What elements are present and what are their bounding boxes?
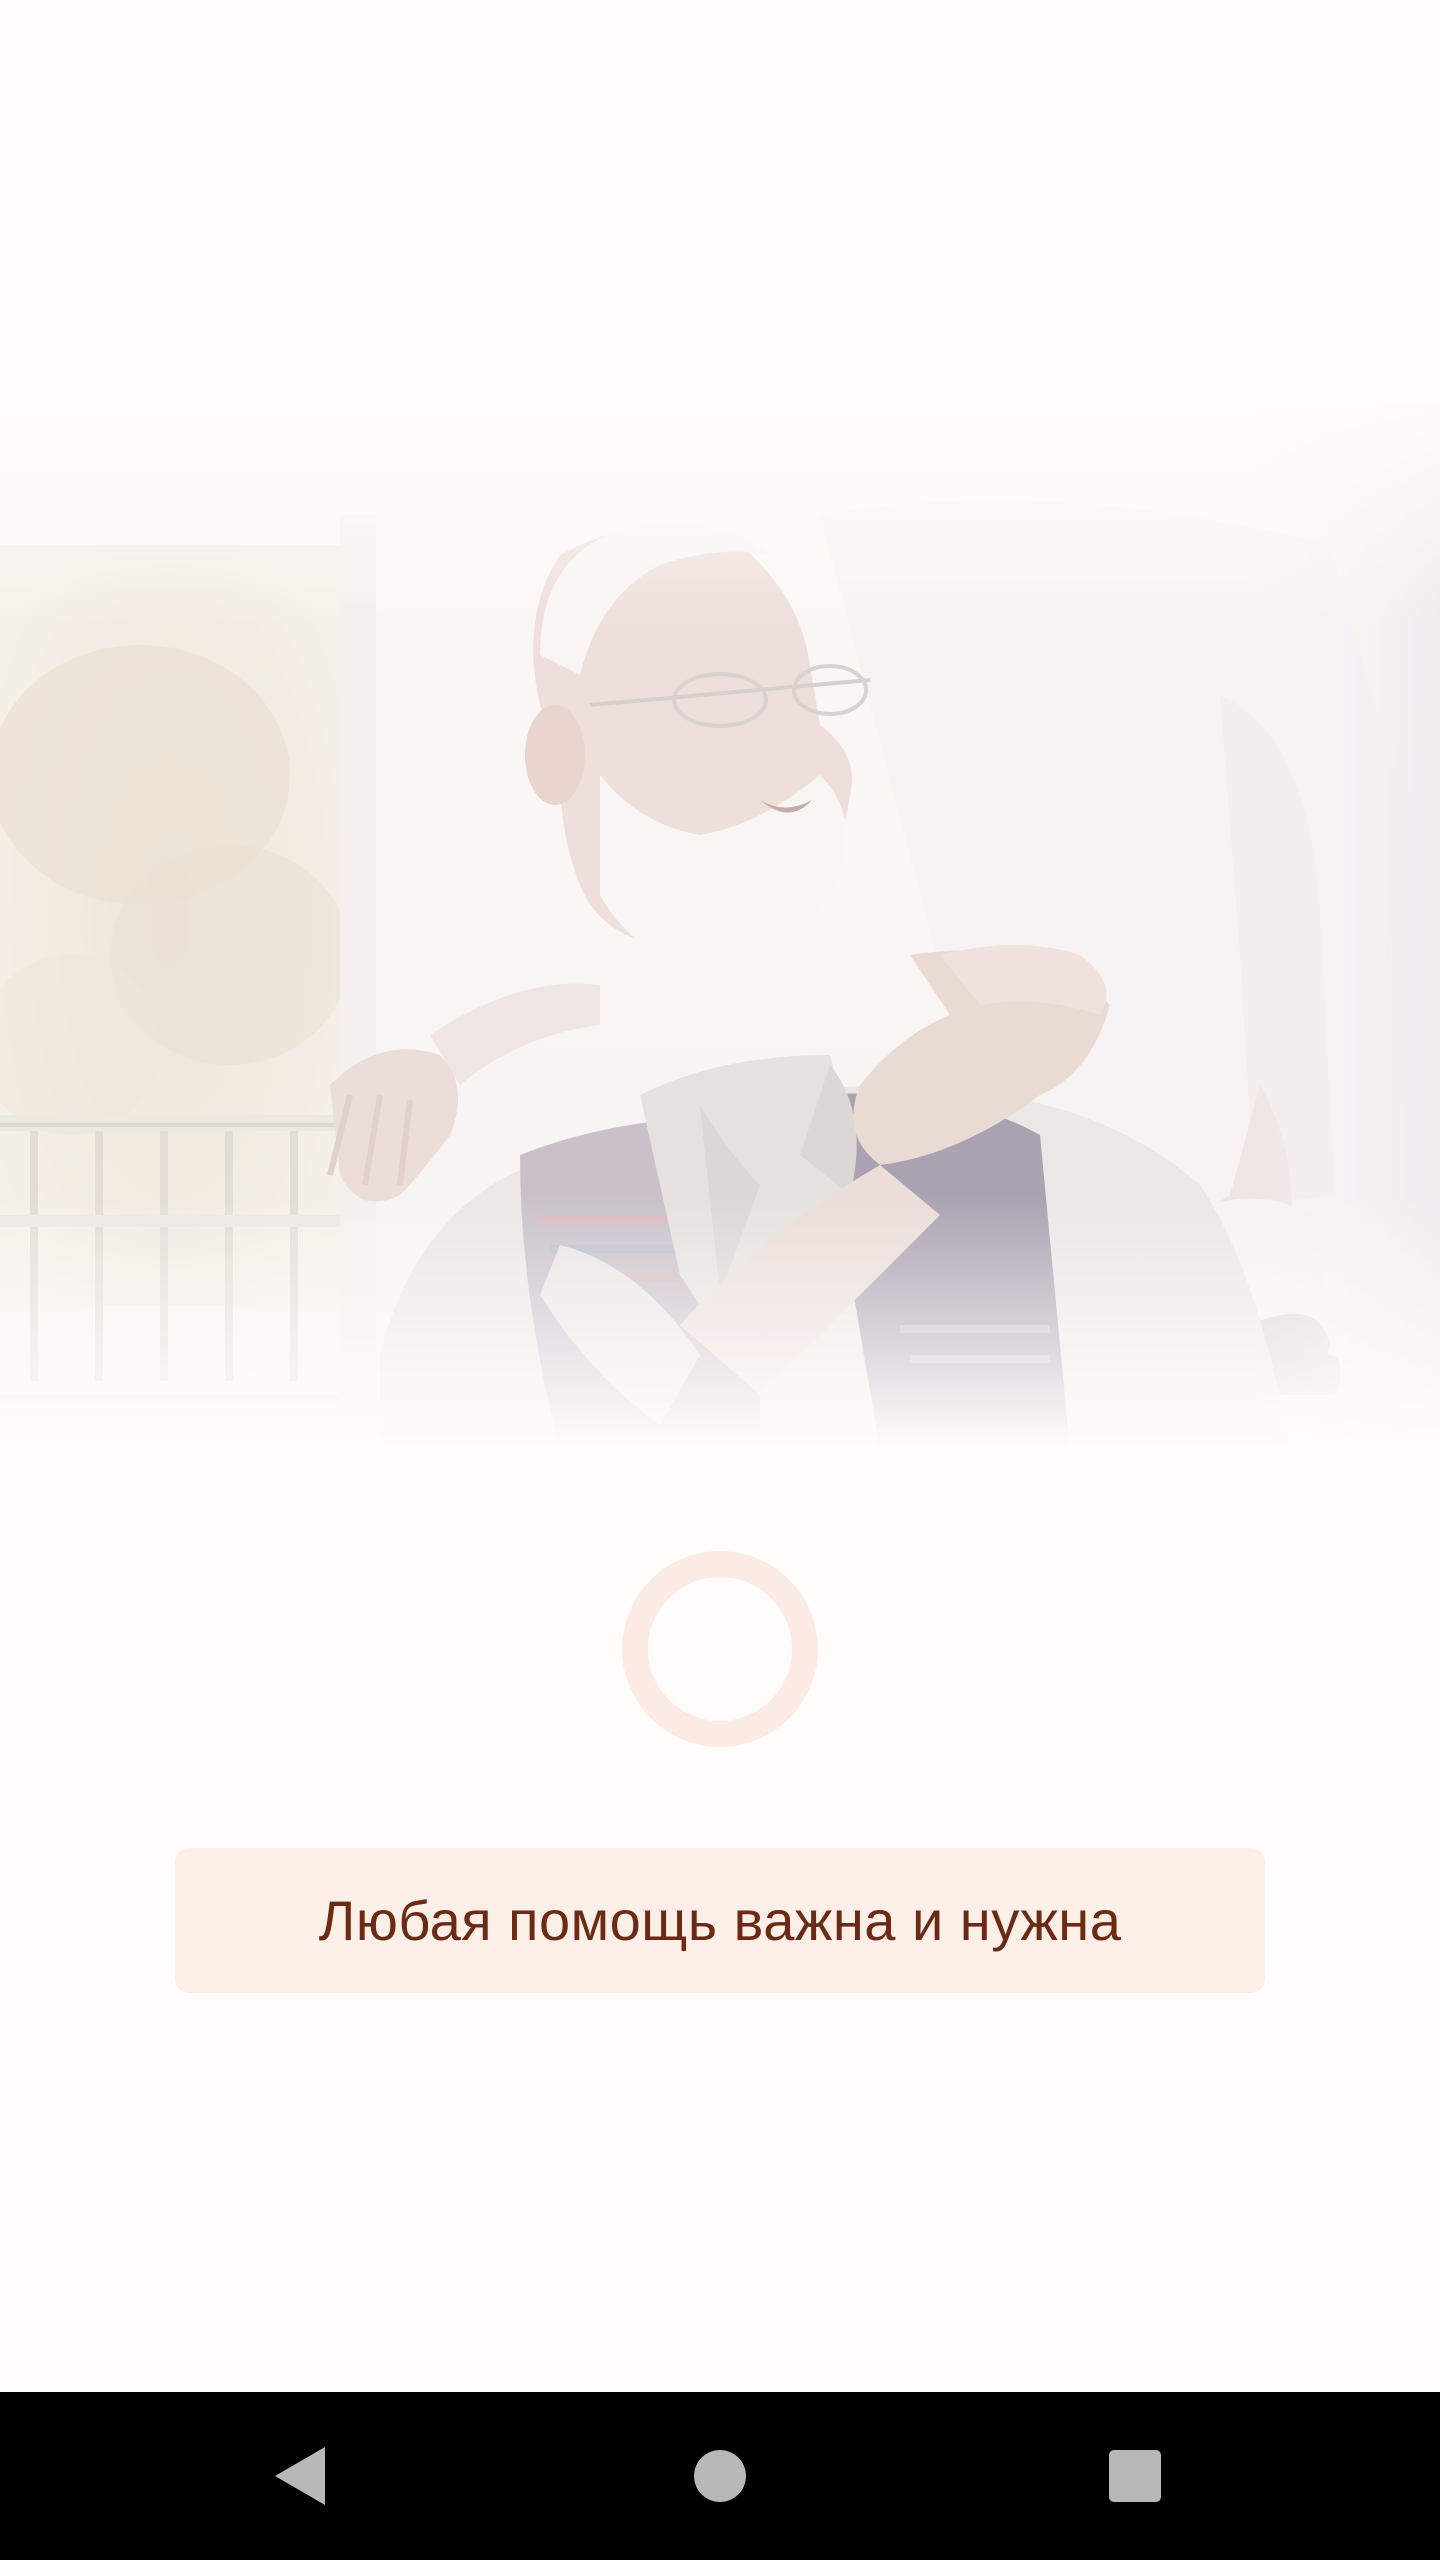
- recents-square-icon: [1109, 2450, 1161, 2502]
- hero-photo: [0, 395, 1440, 1450]
- system-navigation-bar: [0, 2392, 1440, 2560]
- home-button[interactable]: [620, 2392, 820, 2560]
- hero-photo-illustration: [0, 395, 1440, 1450]
- back-button[interactable]: [200, 2392, 400, 2560]
- message-banner: Любая помощь важна и нужна: [175, 1848, 1265, 1993]
- home-circle-icon: [694, 2450, 746, 2502]
- loading-spinner-icon: [622, 1551, 818, 1747]
- banner-text: Любая помощь важна и нужна: [318, 1889, 1122, 1952]
- splash-screen: Любая помощь важна и нужна: [0, 0, 1440, 2560]
- recents-button[interactable]: [1035, 2392, 1235, 2560]
- back-triangle-icon: [275, 2447, 325, 2505]
